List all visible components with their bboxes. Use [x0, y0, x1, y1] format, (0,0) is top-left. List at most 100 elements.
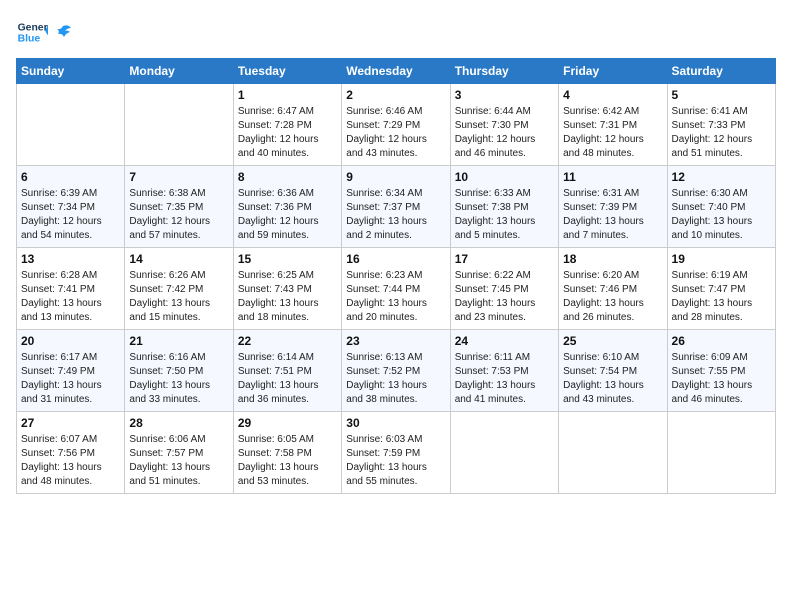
weekday-header-sunday: Sunday [17, 59, 125, 84]
day-info: Sunrise: 6:42 AMSunset: 7:31 PMDaylight:… [563, 105, 662, 161]
calendar-cell: 27Sunrise: 6:07 AMSunset: 7:56 PMDayligh… [17, 412, 125, 494]
sunset-text: Sunset: 7:37 PM [346, 201, 445, 215]
daylight-text: Daylight: 13 hours and 36 minutes. [238, 379, 337, 407]
sunset-text: Sunset: 7:34 PM [21, 201, 120, 215]
day-number: 3 [455, 88, 554, 102]
day-number: 4 [563, 88, 662, 102]
calendar-header-row: SundayMondayTuesdayWednesdayThursdayFrid… [17, 59, 776, 84]
sunset-text: Sunset: 7:42 PM [129, 283, 228, 297]
calendar-cell: 12 Sunrise: 6:30 AMSunset: 7:40 PMDayligh… [667, 166, 775, 248]
sunset-text: Sunset: 7:53 PM [455, 365, 554, 379]
calendar-cell: 18Sunrise: 6:20 AMSunset: 7:46 PMDayligh… [559, 248, 667, 330]
daylight-text: Daylight: 12 hours and 40 minutes. [238, 133, 337, 161]
day-info: Sunrise: 6:05 AMSunset: 7:58 PMDaylight:… [238, 433, 337, 489]
day-info: Sunrise: 6:28 AMSunset: 7:41 PMDaylight:… [21, 269, 120, 325]
day-number: 25 [563, 334, 662, 348]
logo-bird-icon [54, 23, 72, 41]
sunrise-text: Sunrise: 6:28 AM [21, 269, 120, 283]
sunset-text: Sunset: 7:29 PM [346, 119, 445, 133]
day-number: 27 [21, 416, 120, 430]
daylight-text: Daylight: 13 hours and 13 minutes. [21, 297, 120, 325]
calendar-cell: 15 Sunrise: 6:25 AMSunset: 7:43 PMDayligh… [233, 248, 341, 330]
day-info: Sunrise: 6:39 AMSunset: 7:34 PMDaylight:… [21, 187, 120, 243]
sunrise-text: Sunrise: 6:03 AM [346, 433, 445, 447]
sunset-text: Sunset: 7:52 PM [346, 365, 445, 379]
calendar-cell: 8Sunrise: 6:36 AMSunset: 7:36 PMDaylight… [233, 166, 341, 248]
sunrise-text: Sunrise: 6:07 AM [21, 433, 120, 447]
calendar-cell: 26Sunrise: 6:09 AMSunset: 7:55 PMDayligh… [667, 330, 775, 412]
calendar-cell: 2Sunrise: 6:46 AMSunset: 7:29 PMDaylight… [342, 84, 450, 166]
daylight-text: Daylight: 13 hours and 28 minutes. [672, 297, 771, 325]
sunrise-text: Sunrise: 6:41 AM [672, 105, 771, 119]
daylight-text: Daylight: 13 hours and 15 minutes. [129, 297, 228, 325]
day-info: Sunrise: 6:11 AMSunset: 7:53 PMDaylight:… [455, 351, 554, 407]
sunrise-text: Sunrise: 6:38 AM [129, 187, 228, 201]
weekday-header-thursday: Thursday [450, 59, 558, 84]
sunrise-text: Sunrise: 6:46 AM [346, 105, 445, 119]
sunrise-text: Sunrise: 6:10 AM [563, 351, 662, 365]
day-number: 12 [672, 170, 771, 184]
daylight-text: Daylight: 13 hours and 18 minutes. [238, 297, 337, 325]
page-header: General Blue [16, 16, 776, 48]
day-info: Sunrise: 6:25 AMSunset: 7:43 PMDaylight:… [238, 269, 337, 325]
calendar-cell: 11Sunrise: 6:31 AMSunset: 7:39 PMDayligh… [559, 166, 667, 248]
daylight-text: Daylight: 13 hours and 10 minutes. [672, 215, 771, 243]
logo: General Blue [16, 16, 72, 48]
daylight-text: Daylight: 12 hours and 48 minutes. [563, 133, 662, 161]
sunrise-text: Sunrise: 6:17 AM [21, 351, 120, 365]
calendar-cell: 28Sunrise: 6:06 AMSunset: 7:57 PMDayligh… [125, 412, 233, 494]
day-number: 18 [563, 252, 662, 266]
sunset-text: Sunset: 7:45 PM [455, 283, 554, 297]
sunset-text: Sunset: 7:49 PM [21, 365, 120, 379]
day-info: Sunrise: 6:17 AMSunset: 7:49 PMDaylight:… [21, 351, 120, 407]
calendar-cell [450, 412, 558, 494]
day-number: 13 [21, 252, 120, 266]
day-info: Sunrise: 6:46 AMSunset: 7:29 PMDaylight:… [346, 105, 445, 161]
svg-text:Blue: Blue [18, 34, 41, 45]
sunrise-text: Sunrise: 6:05 AM [238, 433, 337, 447]
day-info: Sunrise: 6:47 AMSunset: 7:28 PMDaylight:… [238, 105, 337, 161]
day-info: Sunrise: 6:19 AMSunset: 7:47 PMDaylight:… [672, 269, 771, 325]
daylight-text: Daylight: 13 hours and 20 minutes. [346, 297, 445, 325]
sunset-text: Sunset: 7:51 PM [238, 365, 337, 379]
sunset-text: Sunset: 7:59 PM [346, 447, 445, 461]
calendar-cell: 4 Sunrise: 6:42 AMSunset: 7:31 PMDaylight… [559, 84, 667, 166]
sunrise-text: Sunrise: 6:22 AM [455, 269, 554, 283]
weekday-header-saturday: Saturday [667, 59, 775, 84]
weekday-header-wednesday: Wednesday [342, 59, 450, 84]
sunset-text: Sunset: 7:50 PM [129, 365, 228, 379]
calendar-week-3: 13Sunrise: 6:28 AMSunset: 7:41 PMDayligh… [17, 248, 776, 330]
daylight-text: Daylight: 13 hours and 48 minutes. [21, 461, 120, 489]
calendar-table: SundayMondayTuesdayWednesdayThursdayFrid… [16, 58, 776, 494]
day-info: Sunrise: 6:30 AMSunset: 7:40 PMDaylight:… [672, 187, 771, 243]
calendar-cell: 16Sunrise: 6:23 AMSunset: 7:44 PMDayligh… [342, 248, 450, 330]
day-number: 22 [238, 334, 337, 348]
daylight-text: Daylight: 13 hours and 31 minutes. [21, 379, 120, 407]
calendar-cell: 3Sunrise: 6:44 AMSunset: 7:30 PMDaylight… [450, 84, 558, 166]
calendar-cell [559, 412, 667, 494]
sunset-text: Sunset: 7:44 PM [346, 283, 445, 297]
sunset-text: Sunset: 7:46 PM [563, 283, 662, 297]
calendar-cell [17, 84, 125, 166]
day-number: 19 [672, 252, 771, 266]
sunrise-text: Sunrise: 6:14 AM [238, 351, 337, 365]
daylight-text: Daylight: 13 hours and 51 minutes. [129, 461, 228, 489]
day-number: 30 [346, 416, 445, 430]
calendar-cell: 22 Sunrise: 6:14 AMSunset: 7:51 PMDayligh… [233, 330, 341, 412]
day-number: 20 [21, 334, 120, 348]
calendar-cell: 1 Sunrise: 6:47 AMSunset: 7:28 PMDaylight… [233, 84, 341, 166]
sunset-text: Sunset: 7:41 PM [21, 283, 120, 297]
calendar-cell: 9Sunrise: 6:34 AMSunset: 7:37 PMDaylight… [342, 166, 450, 248]
day-number: 1 [238, 88, 337, 102]
sunrise-text: Sunrise: 6:16 AM [129, 351, 228, 365]
calendar-cell: 5Sunrise: 6:41 AMSunset: 7:33 PMDaylight… [667, 84, 775, 166]
day-info: Sunrise: 6:14 AMSunset: 7:51 PMDaylight:… [238, 351, 337, 407]
sunrise-text: Sunrise: 6:19 AM [672, 269, 771, 283]
calendar-cell: 29Sunrise: 6:05 AMSunset: 7:58 PMDayligh… [233, 412, 341, 494]
calendar-week-1: 1 Sunrise: 6:47 AMSunset: 7:28 PMDaylight… [17, 84, 776, 166]
day-info: Sunrise: 6:16 AMSunset: 7:50 PMDaylight:… [129, 351, 228, 407]
day-number: 15 [238, 252, 337, 266]
day-number: 11 [563, 170, 662, 184]
sunset-text: Sunset: 7:43 PM [238, 283, 337, 297]
daylight-text: Daylight: 13 hours and 55 minutes. [346, 461, 445, 489]
